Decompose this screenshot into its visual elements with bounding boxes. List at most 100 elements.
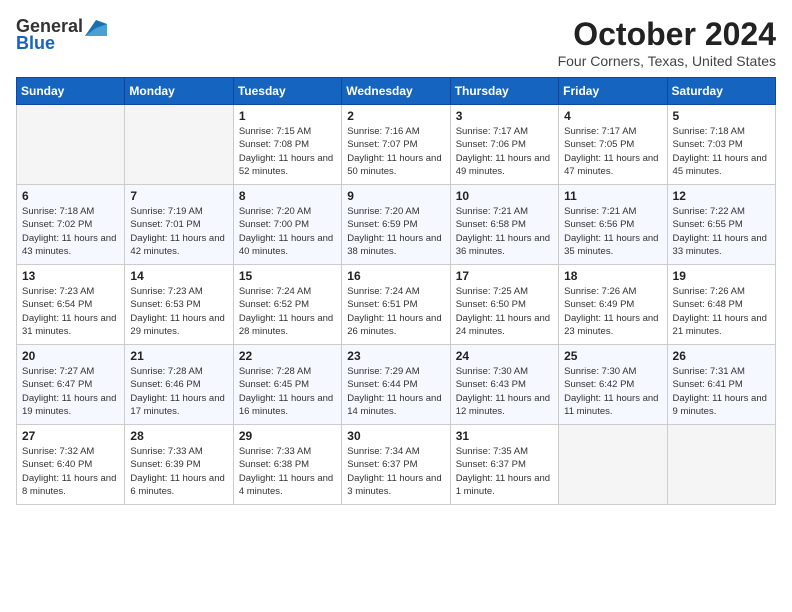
day-number: 24 bbox=[456, 349, 553, 363]
calendar-cell bbox=[17, 105, 125, 185]
calendar-cell: 1 Sunrise: 7:15 AMSunset: 7:08 PMDaylight… bbox=[233, 105, 341, 185]
calendar-table: SundayMondayTuesdayWednesdayThursdayFrid… bbox=[16, 77, 776, 505]
header-saturday: Saturday bbox=[667, 78, 775, 105]
cell-info: Sunrise: 7:15 AMSunset: 7:08 PMDaylight:… bbox=[239, 125, 336, 178]
cell-info: Sunrise: 7:19 AMSunset: 7:01 PMDaylight:… bbox=[130, 205, 227, 258]
day-number: 22 bbox=[239, 349, 336, 363]
cell-info: Sunrise: 7:23 AMSunset: 6:54 PMDaylight:… bbox=[22, 285, 119, 338]
cell-info: Sunrise: 7:17 AMSunset: 7:05 PMDaylight:… bbox=[564, 125, 661, 178]
day-number: 16 bbox=[347, 269, 444, 283]
day-number: 11 bbox=[564, 189, 661, 203]
calendar-cell: 20Sunrise: 7:27 AMSunset: 6:47 PMDayligh… bbox=[17, 345, 125, 425]
cell-info: Sunrise: 7:33 AMSunset: 6:38 PMDaylight:… bbox=[239, 445, 336, 498]
day-number: 10 bbox=[456, 189, 553, 203]
day-number: 19 bbox=[673, 269, 770, 283]
day-number: 26 bbox=[673, 349, 770, 363]
day-number: 5 bbox=[673, 109, 770, 123]
cell-info: Sunrise: 7:17 AMSunset: 7:06 PMDaylight:… bbox=[456, 125, 553, 178]
header-thursday: Thursday bbox=[450, 78, 558, 105]
day-number: 20 bbox=[22, 349, 119, 363]
day-number: 6 bbox=[22, 189, 119, 203]
day-number: 30 bbox=[347, 429, 444, 443]
calendar-cell: 4 Sunrise: 7:17 AMSunset: 7:05 PMDaylight… bbox=[559, 105, 667, 185]
day-number: 15 bbox=[239, 269, 336, 283]
calendar-cell: 6Sunrise: 7:18 AMSunset: 7:02 PMDaylight… bbox=[17, 185, 125, 265]
day-number: 23 bbox=[347, 349, 444, 363]
calendar-cell bbox=[125, 105, 233, 185]
calendar-cell: 18 Sunrise: 7:26 AMSunset: 6:49 PMDayligh… bbox=[559, 265, 667, 345]
calendar-cell: 3 Sunrise: 7:17 AMSunset: 7:06 PMDaylight… bbox=[450, 105, 558, 185]
day-number: 8 bbox=[239, 189, 336, 203]
cell-info: Sunrise: 7:25 AMSunset: 6:50 PMDaylight:… bbox=[456, 285, 553, 338]
calendar-cell: 19 Sunrise: 7:26 AMSunset: 6:48 PMDayligh… bbox=[667, 265, 775, 345]
day-number: 4 bbox=[564, 109, 661, 123]
cell-info: Sunrise: 7:20 AMSunset: 6:59 PMDaylight:… bbox=[347, 205, 444, 258]
cell-info: Sunrise: 7:32 AMSunset: 6:40 PMDaylight:… bbox=[22, 445, 119, 498]
calendar-cell: 27 Sunrise: 7:32 AMSunset: 6:40 PMDayligh… bbox=[17, 425, 125, 505]
logo-blue: Blue bbox=[16, 33, 55, 54]
cell-info: Sunrise: 7:26 AMSunset: 6:49 PMDaylight:… bbox=[564, 285, 661, 338]
day-number: 7 bbox=[130, 189, 227, 203]
header-monday: Monday bbox=[125, 78, 233, 105]
calendar-header-row: SundayMondayTuesdayWednesdayThursdayFrid… bbox=[17, 78, 776, 105]
cell-info: Sunrise: 7:24 AMSunset: 6:51 PMDaylight:… bbox=[347, 285, 444, 338]
header-sunday: Sunday bbox=[17, 78, 125, 105]
day-number: 31 bbox=[456, 429, 553, 443]
day-number: 2 bbox=[347, 109, 444, 123]
cell-info: Sunrise: 7:22 AMSunset: 6:55 PMDaylight:… bbox=[673, 205, 770, 258]
calendar-cell: 21 Sunrise: 7:28 AMSunset: 6:46 PMDayligh… bbox=[125, 345, 233, 425]
cell-info: Sunrise: 7:34 AMSunset: 6:37 PMDaylight:… bbox=[347, 445, 444, 498]
page-header: General Blue October 2024 Four Corners, … bbox=[16, 16, 776, 69]
calendar-cell: 9Sunrise: 7:20 AMSunset: 6:59 PMDaylight… bbox=[342, 185, 450, 265]
page-subtitle: Four Corners, Texas, United States bbox=[558, 53, 776, 69]
calendar-cell: 24Sunrise: 7:30 AMSunset: 6:43 PMDayligh… bbox=[450, 345, 558, 425]
calendar-week-0: 1 Sunrise: 7:15 AMSunset: 7:08 PMDaylight… bbox=[17, 105, 776, 185]
calendar-cell: 22Sunrise: 7:28 AMSunset: 6:45 PMDayligh… bbox=[233, 345, 341, 425]
calendar-week-1: 6Sunrise: 7:18 AMSunset: 7:02 PMDaylight… bbox=[17, 185, 776, 265]
day-number: 3 bbox=[456, 109, 553, 123]
calendar-cell: 29Sunrise: 7:33 AMSunset: 6:38 PMDayligh… bbox=[233, 425, 341, 505]
cell-info: Sunrise: 7:26 AMSunset: 6:48 PMDaylight:… bbox=[673, 285, 770, 338]
day-number: 28 bbox=[130, 429, 227, 443]
day-number: 27 bbox=[22, 429, 119, 443]
calendar-cell: 26 Sunrise: 7:31 AMSunset: 6:41 PMDayligh… bbox=[667, 345, 775, 425]
calendar-cell: 28 Sunrise: 7:33 AMSunset: 6:39 PMDayligh… bbox=[125, 425, 233, 505]
calendar-cell: 23 Sunrise: 7:29 AMSunset: 6:44 PMDayligh… bbox=[342, 345, 450, 425]
calendar-week-3: 20Sunrise: 7:27 AMSunset: 6:47 PMDayligh… bbox=[17, 345, 776, 425]
cell-info: Sunrise: 7:20 AMSunset: 7:00 PMDaylight:… bbox=[239, 205, 336, 258]
header-wednesday: Wednesday bbox=[342, 78, 450, 105]
day-number: 18 bbox=[564, 269, 661, 283]
cell-info: Sunrise: 7:29 AMSunset: 6:44 PMDaylight:… bbox=[347, 365, 444, 418]
calendar-cell: 11 Sunrise: 7:21 AMSunset: 6:56 PMDayligh… bbox=[559, 185, 667, 265]
cell-info: Sunrise: 7:21 AMSunset: 6:58 PMDaylight:… bbox=[456, 205, 553, 258]
day-number: 25 bbox=[564, 349, 661, 363]
calendar-cell: 7 Sunrise: 7:19 AMSunset: 7:01 PMDaylight… bbox=[125, 185, 233, 265]
calendar-week-4: 27 Sunrise: 7:32 AMSunset: 6:40 PMDayligh… bbox=[17, 425, 776, 505]
day-number: 1 bbox=[239, 109, 336, 123]
cell-info: Sunrise: 7:18 AMSunset: 7:03 PMDaylight:… bbox=[673, 125, 770, 178]
logo: General Blue bbox=[16, 16, 107, 54]
header-tuesday: Tuesday bbox=[233, 78, 341, 105]
day-number: 21 bbox=[130, 349, 227, 363]
calendar-cell: 25Sunrise: 7:30 AMSunset: 6:42 PMDayligh… bbox=[559, 345, 667, 425]
calendar-cell: 17 Sunrise: 7:25 AMSunset: 6:50 PMDayligh… bbox=[450, 265, 558, 345]
day-number: 13 bbox=[22, 269, 119, 283]
calendar-week-2: 13 Sunrise: 7:23 AMSunset: 6:54 PMDayligh… bbox=[17, 265, 776, 345]
day-number: 14 bbox=[130, 269, 227, 283]
page-title: October 2024 bbox=[558, 16, 776, 53]
calendar-cell: 10 Sunrise: 7:21 AMSunset: 6:58 PMDayligh… bbox=[450, 185, 558, 265]
calendar-cell: 13 Sunrise: 7:23 AMSunset: 6:54 PMDayligh… bbox=[17, 265, 125, 345]
calendar-cell: 14Sunrise: 7:23 AMSunset: 6:53 PMDayligh… bbox=[125, 265, 233, 345]
calendar-cell: 5 Sunrise: 7:18 AMSunset: 7:03 PMDaylight… bbox=[667, 105, 775, 185]
day-number: 17 bbox=[456, 269, 553, 283]
calendar-cell: 12Sunrise: 7:22 AMSunset: 6:55 PMDayligh… bbox=[667, 185, 775, 265]
logo-icon bbox=[85, 20, 107, 36]
calendar-cell: 8 Sunrise: 7:20 AMSunset: 7:00 PMDaylight… bbox=[233, 185, 341, 265]
calendar-cell: 31Sunrise: 7:35 AMSunset: 6:37 PMDayligh… bbox=[450, 425, 558, 505]
cell-info: Sunrise: 7:16 AMSunset: 7:07 PMDaylight:… bbox=[347, 125, 444, 178]
cell-info: Sunrise: 7:31 AMSunset: 6:41 PMDaylight:… bbox=[673, 365, 770, 418]
cell-info: Sunrise: 7:28 AMSunset: 6:46 PMDaylight:… bbox=[130, 365, 227, 418]
cell-info: Sunrise: 7:33 AMSunset: 6:39 PMDaylight:… bbox=[130, 445, 227, 498]
cell-info: Sunrise: 7:21 AMSunset: 6:56 PMDaylight:… bbox=[564, 205, 661, 258]
calendar-cell: 16 Sunrise: 7:24 AMSunset: 6:51 PMDayligh… bbox=[342, 265, 450, 345]
